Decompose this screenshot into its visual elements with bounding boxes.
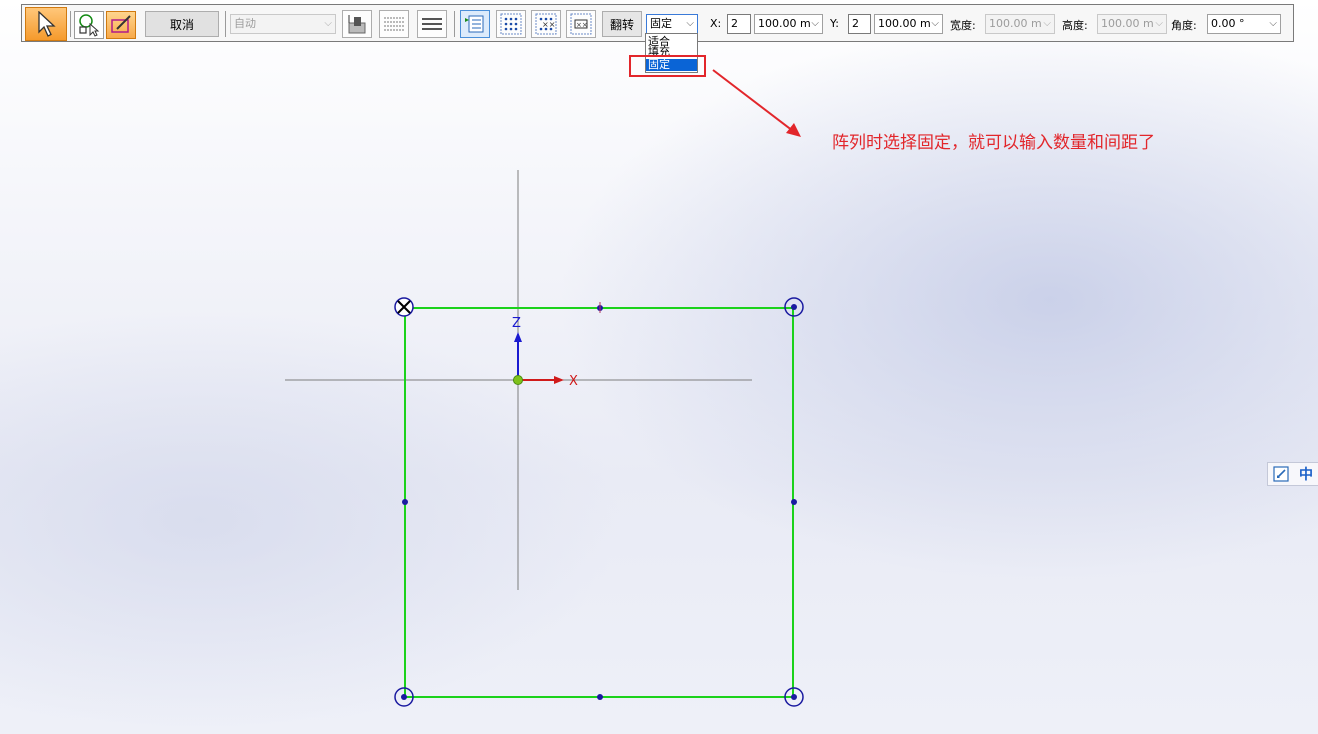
width-label: 宽度: xyxy=(950,19,976,32)
flip-button[interactable]: 翻转 xyxy=(602,11,642,37)
pattern-list-button[interactable] xyxy=(460,10,490,38)
select-tool-button[interactable] xyxy=(25,7,67,41)
midpoint-handle-left[interactable] xyxy=(402,499,408,505)
midpoint-handle-right[interactable] xyxy=(791,499,797,505)
pattern-side-button[interactable] xyxy=(342,10,372,38)
cancel-button[interactable]: 取消 xyxy=(145,11,219,37)
angle-label: 角度: xyxy=(1171,19,1197,32)
toolbar-separator xyxy=(454,11,455,37)
chevron-down-icon: ⌵ xyxy=(1155,18,1163,29)
x-count-input[interactable]: 2 xyxy=(727,14,751,34)
arrow-cursor-icon xyxy=(38,11,56,37)
toolbar-separator xyxy=(225,11,226,37)
y-count-label: Y: xyxy=(830,17,839,30)
mode-select-value: 自动 xyxy=(234,17,256,30)
dot-grid-icon xyxy=(500,13,522,35)
height-select[interactable]: 100.00 m ⌵ xyxy=(1097,14,1167,34)
rect-pattern-button[interactable] xyxy=(496,10,526,38)
svg-text:××: ×× xyxy=(542,20,555,29)
origin-point[interactable] xyxy=(513,375,523,385)
select-geometry-button[interactable] xyxy=(74,11,104,39)
suppress-occurrence-button[interactable]: ×× xyxy=(531,10,561,38)
mode-select[interactable]: 自动 ⌵ xyxy=(230,14,336,34)
x-spacing-select[interactable]: 100.00 m ⌵ xyxy=(754,14,823,34)
annotation-arrow-line xyxy=(712,69,794,132)
suppress-region-button[interactable]: ×× xyxy=(566,10,596,38)
y-spacing-select[interactable]: 100.00 m ⌵ xyxy=(874,14,943,34)
chevron-down-icon: ⌵ xyxy=(686,18,694,29)
y-spacing-value: 100.00 m xyxy=(878,17,931,30)
angle-value: 0.00 ° xyxy=(1211,17,1245,30)
edit-icon xyxy=(1273,466,1289,482)
height-value: 100.00 m xyxy=(1101,17,1154,30)
corner-handle-top-left[interactable] xyxy=(394,297,414,317)
chevron-down-icon: ⌵ xyxy=(811,18,819,29)
annotation-text: 阵列时选择固定，就可以输入数量和间距了 xyxy=(832,133,1155,153)
draw-profile-button[interactable] xyxy=(106,11,136,39)
fit-mode-select[interactable]: 固定 ⌵ xyxy=(646,14,698,34)
toolbar-separator xyxy=(70,11,71,37)
dot-grid-boxed-icon: ×× xyxy=(570,13,592,35)
list-arrow-icon xyxy=(465,15,484,33)
x-spacing-value: 100.00 m xyxy=(758,17,811,30)
midpoint-handle-bottom[interactable] xyxy=(597,694,603,700)
svg-text:××: ×× xyxy=(576,21,588,29)
annotation-arrowhead xyxy=(786,123,801,137)
z-axis-label: Z xyxy=(512,316,521,331)
solid-lines-icon xyxy=(422,18,442,30)
dashed-lines-icon xyxy=(384,17,404,31)
angle-select[interactable]: 0.00 ° ⌵ xyxy=(1207,14,1281,34)
select-shape-icon xyxy=(79,14,100,37)
width-value: 100.00 m xyxy=(989,17,1042,30)
fit-mode-select-value: 固定 xyxy=(650,17,672,30)
chevron-down-icon: ⌵ xyxy=(1269,18,1277,29)
height-label: 高度: xyxy=(1062,19,1088,32)
y-count-input[interactable]: 2 xyxy=(848,14,871,34)
pencil-rectangle-icon xyxy=(111,15,131,33)
x-axis-arrowhead xyxy=(554,376,564,384)
chevron-down-icon: ⌵ xyxy=(931,18,939,29)
ime-chinese-label: 中 xyxy=(1299,467,1313,483)
width-select[interactable]: 100.00 m ⌵ xyxy=(985,14,1055,34)
ime-side-tab[interactable]: 中 xyxy=(1267,462,1318,486)
pattern-side-icon xyxy=(348,15,366,34)
z-axis-arrowhead xyxy=(514,332,522,342)
x-count-label: X: xyxy=(710,17,722,30)
dashed-lines-button[interactable] xyxy=(379,10,409,38)
x-axis-label: X xyxy=(569,374,578,389)
solid-lines-button[interactable] xyxy=(417,10,447,38)
chevron-down-icon: ⌵ xyxy=(324,18,332,29)
sketch-canvas[interactable]: Z X xyxy=(0,0,1318,734)
sketch-rectangle[interactable] xyxy=(404,307,794,698)
dot-grid-x-icon: ×× xyxy=(535,13,557,35)
highlight-box xyxy=(629,55,706,77)
chevron-down-icon: ⌵ xyxy=(1043,18,1051,29)
